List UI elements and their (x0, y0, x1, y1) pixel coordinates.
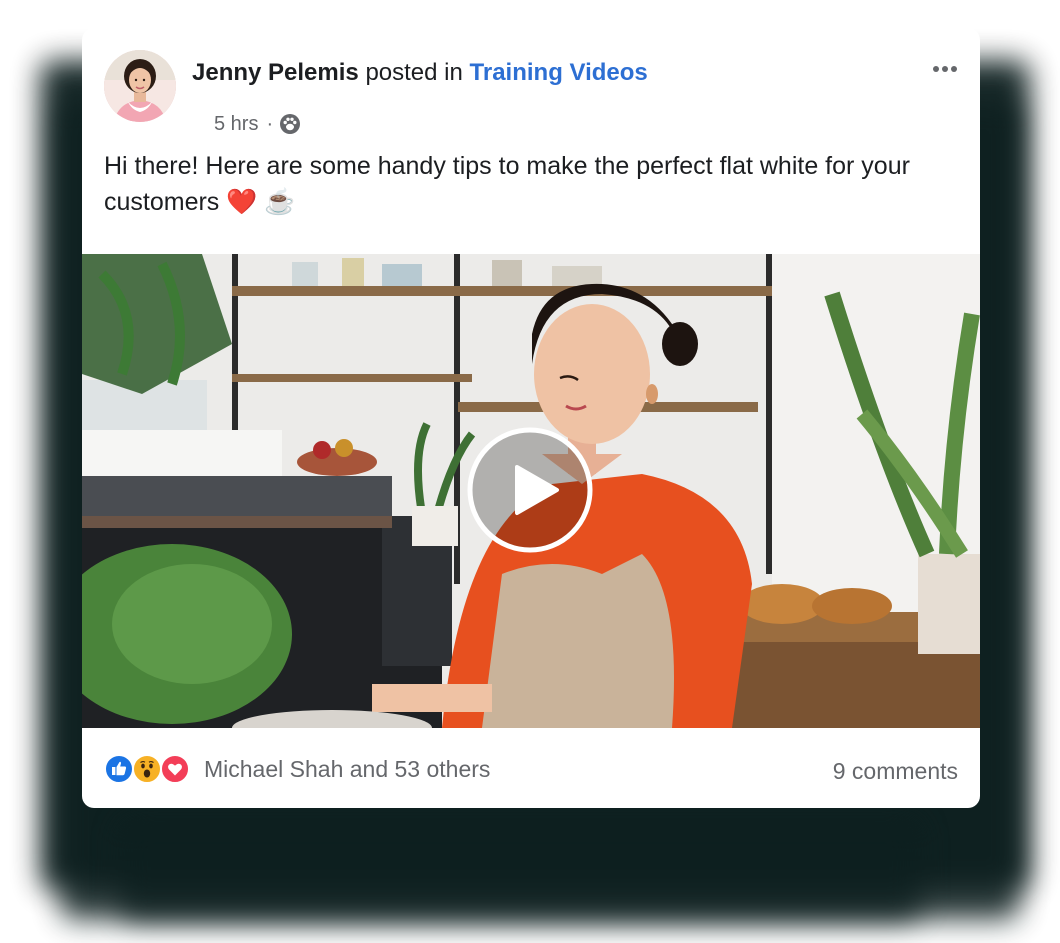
card-shadow (120, 820, 920, 920)
more-options-icon[interactable] (932, 62, 958, 74)
post-footer: Michael Shah and 53 others 9 comments (104, 748, 958, 798)
love-icon (160, 754, 190, 784)
author-name[interactable]: Jenny Pelemis (192, 59, 359, 86)
post-card: Jenny Pelemis posted in Training Videos … (82, 28, 980, 808)
group-link[interactable]: Training Videos (470, 59, 648, 86)
post-timestamp[interactable]: 5 hrs (214, 112, 258, 136)
post-header: Jenny Pelemis posted in Training Videos … (104, 50, 958, 135)
post-meta: 5 hrs · (214, 112, 301, 136)
posted-in-label: posted in (365, 59, 463, 86)
video-player[interactable] (82, 254, 980, 728)
comments-count[interactable]: 9 comments (833, 756, 958, 786)
group-paw-icon (279, 113, 301, 135)
avatar[interactable] (104, 50, 176, 122)
wow-icon (132, 754, 162, 784)
stage: Jenny Pelemis posted in Training Videos … (0, 0, 1060, 943)
post-message: Hi there! Here are some handy tips to ma… (104, 152, 910, 216)
reactors-label[interactable]: Michael Shah and 53 others (204, 754, 490, 784)
like-icon (104, 754, 134, 784)
author-line: Jenny Pelemis posted in Training Videos (192, 58, 648, 88)
meta-separator: · (266, 113, 274, 135)
play-icon[interactable] (467, 427, 593, 553)
reaction-summary[interactable] (104, 754, 194, 784)
